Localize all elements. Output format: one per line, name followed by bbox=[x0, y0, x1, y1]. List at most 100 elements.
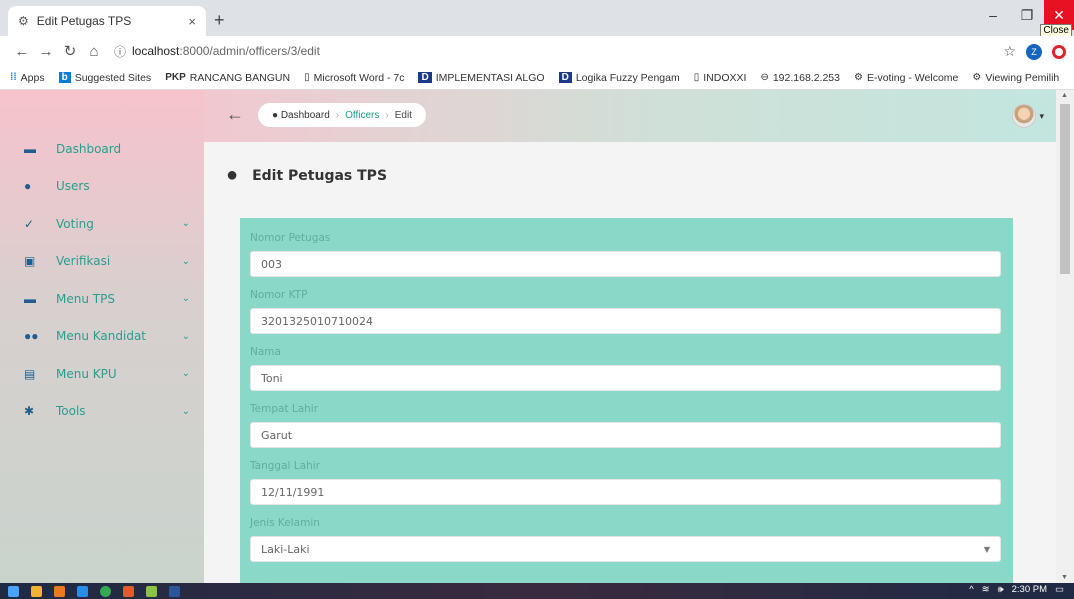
user-icon: ● bbox=[24, 179, 32, 194]
sidebar-item-label: Users bbox=[56, 179, 90, 194]
field-label: Jenis Kelamin bbox=[250, 517, 320, 529]
chevron-down-icon: ⌄ bbox=[181, 293, 190, 305]
bing-icon: b bbox=[58, 72, 71, 83]
url-field[interactable]: ⓘ localhost :8000/admin/officers/3/edit bbox=[114, 43, 320, 60]
volume-icon[interactable]: 🕪 bbox=[998, 584, 1004, 595]
sidebar-item-label: Verifikasi bbox=[56, 254, 111, 269]
windows-taskbar: ^ ≋ 🕪 2:30 PM ▭ bbox=[0, 583, 1074, 599]
breadcrumb-home[interactable]: ● Dashboard bbox=[272, 110, 330, 121]
address-bar-actions: ☆ Z bbox=[1003, 43, 1066, 60]
scrollbar-thumb[interactable] bbox=[1060, 104, 1070, 274]
opera-icon[interactable] bbox=[1052, 44, 1066, 59]
tab-close-icon[interactable]: × bbox=[188, 14, 196, 29]
profile-avatar[interactable]: Z bbox=[1026, 43, 1042, 60]
folder-icon: ▬ bbox=[24, 291, 36, 306]
app-topbar: ← ● Dashboard › Officers › Edit ▾ bbox=[204, 90, 1056, 142]
avatar bbox=[1012, 104, 1037, 128]
sidebar-item-label: Menu KPU bbox=[56, 366, 117, 381]
sidebar-item-label: Dashboard bbox=[56, 141, 122, 156]
sidebar-item-menu-kpu[interactable]: ▤ Menu KPU ⌄ bbox=[0, 355, 204, 393]
vscode-icon[interactable] bbox=[77, 585, 88, 597]
breadcrumb-separator: › bbox=[385, 109, 389, 121]
app-icon[interactable] bbox=[146, 585, 157, 597]
field-tanggal-lahir: Tanggal Lahir 12/11/1991 bbox=[250, 458, 1001, 505]
chevron-down-icon: ⌄ bbox=[181, 368, 190, 380]
main-content: ● Edit Petugas TPS Nomor Petugas 003 Nom… bbox=[204, 142, 1056, 583]
d-icon: D bbox=[558, 72, 572, 83]
sidebar-item-menu-kandidat[interactable]: ●● Menu Kandidat ⌄ bbox=[0, 318, 204, 356]
nama-input[interactable]: Toni bbox=[250, 365, 1001, 391]
field-nomor-ktp: Nomor KTP 3201325010710024 bbox=[250, 287, 1001, 334]
home-icon[interactable]: ⌂ bbox=[82, 43, 106, 60]
tanggal-lahir-input[interactable]: 12/11/1991 bbox=[250, 479, 1001, 505]
field-label: Nama bbox=[250, 346, 281, 358]
user-menu[interactable]: ▾ bbox=[1012, 104, 1044, 128]
apps-icon: ⁞⁞ bbox=[10, 72, 17, 83]
url-host: localhost bbox=[132, 44, 180, 58]
bookmark-implementasi[interactable]: D IMPLEMENTASI ALGO bbox=[418, 72, 545, 84]
verify-icon: ▣ bbox=[24, 254, 36, 269]
app-icon[interactable] bbox=[123, 585, 134, 597]
forward-icon[interactable]: → bbox=[34, 43, 58, 60]
gear-icon: ⚙ bbox=[853, 72, 863, 83]
new-tab-button[interactable]: + bbox=[214, 10, 225, 31]
bookmark-word-doc[interactable]: ▯ Microsoft Word - 7c bbox=[304, 72, 404, 84]
clock[interactable]: 2:30 PM bbox=[1012, 584, 1047, 595]
reload-icon[interactable]: ↻ bbox=[58, 42, 82, 60]
page-scrollbar[interactable]: ▲ ▼ bbox=[1056, 90, 1074, 583]
word-icon[interactable] bbox=[169, 585, 180, 597]
nomor-ktp-input[interactable]: 3201325010710024 bbox=[250, 308, 1001, 334]
chrome-icon[interactable] bbox=[100, 585, 111, 597]
bookmark-suggested-sites[interactable]: b Suggested Sites bbox=[58, 72, 151, 84]
users-icon: ●● bbox=[24, 329, 39, 344]
chevron-down-icon: ⌄ bbox=[181, 405, 190, 417]
minimize-icon[interactable]: – bbox=[976, 0, 1010, 30]
info-icon[interactable]: ⓘ bbox=[114, 43, 126, 60]
field-label: Tanggal Lahir bbox=[250, 460, 320, 472]
chevron-down-icon: ⌄ bbox=[181, 330, 190, 342]
back-arrow-icon[interactable]: ← bbox=[226, 104, 244, 125]
sidebar-item-dashboard[interactable]: ▬ Dashboard bbox=[0, 130, 204, 168]
network-icon[interactable]: ≋ bbox=[982, 584, 990, 595]
bookmark-apps[interactable]: ⁞⁞ Apps bbox=[10, 72, 45, 84]
notification-icon[interactable]: ▭ bbox=[1055, 584, 1064, 595]
bookmark-viewing-pemilih[interactable]: ⚙ Viewing Pemilih bbox=[972, 72, 1059, 84]
sidebar-item-tools[interactable]: ✱ Tools ⌄ bbox=[0, 393, 204, 431]
bookmark-indoxxi[interactable]: ▯ INDOXXI bbox=[694, 72, 747, 84]
scroll-down-icon[interactable]: ▼ bbox=[1061, 574, 1068, 581]
tempat-lahir-input[interactable]: Garut bbox=[250, 422, 1001, 448]
tray-up-icon[interactable]: ^ bbox=[969, 584, 973, 595]
bookmark-star-icon[interactable]: ☆ bbox=[1003, 43, 1016, 60]
breadcrumb-separator: › bbox=[335, 109, 340, 121]
field-jenis-kelamin: Jenis Kelamin Laki-Laki ▼ bbox=[250, 515, 1001, 562]
field-nama: Nama Toni bbox=[250, 344, 1001, 391]
bookmark-evoting[interactable]: ⚙ E-voting - Welcome bbox=[854, 72, 958, 84]
sidebar-item-menu-tps[interactable]: ▬ Menu TPS ⌄ bbox=[0, 280, 204, 318]
restore-icon[interactable]: ❐ bbox=[1010, 0, 1044, 30]
sidebar-item-users[interactable]: ● Users bbox=[0, 168, 204, 206]
dashboard-icon: ▬ bbox=[24, 141, 36, 156]
tab-title: Edit Petugas TPS bbox=[36, 14, 132, 28]
browser-tab[interactable]: ⚙ Edit Petugas TPS × bbox=[8, 6, 206, 36]
bookmark-logika-fuzzy[interactable]: D Logika Fuzzy Pengam bbox=[558, 72, 680, 84]
breadcrumb-current: Edit bbox=[394, 109, 412, 121]
jenis-kelamin-value: Laki-Laki bbox=[261, 542, 310, 556]
jenis-kelamin-select[interactable]: Laki-Laki ▼ bbox=[250, 536, 1001, 562]
bookmark-ip[interactable]: ⊖ 192.168.2.253 bbox=[760, 72, 840, 84]
breadcrumb: ● Dashboard › Officers › Edit bbox=[258, 103, 426, 127]
sidebar-item-verifikasi[interactable]: ▣ Verifikasi ⌄ bbox=[0, 243, 204, 281]
address-bar: ← → ↻ ⌂ ⓘ localhost :8000/admin/officers… bbox=[0, 36, 1074, 66]
start-icon[interactable] bbox=[8, 585, 19, 597]
gear-icon: ⚙ bbox=[972, 72, 982, 83]
back-icon[interactable]: ← bbox=[10, 43, 34, 60]
scroll-up-icon[interactable]: ▲ bbox=[1061, 92, 1068, 99]
bookmark-rancang-bangun[interactable]: PKP RANCANG BANGUN bbox=[165, 72, 290, 84]
d-icon: D bbox=[418, 72, 432, 83]
file-explorer-icon[interactable] bbox=[31, 585, 42, 597]
app-icon[interactable] bbox=[54, 585, 65, 597]
gear-icon: ⚙ bbox=[18, 14, 29, 28]
breadcrumb-officers[interactable]: Officers bbox=[345, 110, 379, 121]
pkp-icon: PKP bbox=[165, 72, 186, 83]
nomor-petugas-input[interactable]: 003 bbox=[250, 251, 1001, 277]
sidebar-item-voting[interactable]: ✓ Voting ⌄ bbox=[0, 205, 204, 243]
